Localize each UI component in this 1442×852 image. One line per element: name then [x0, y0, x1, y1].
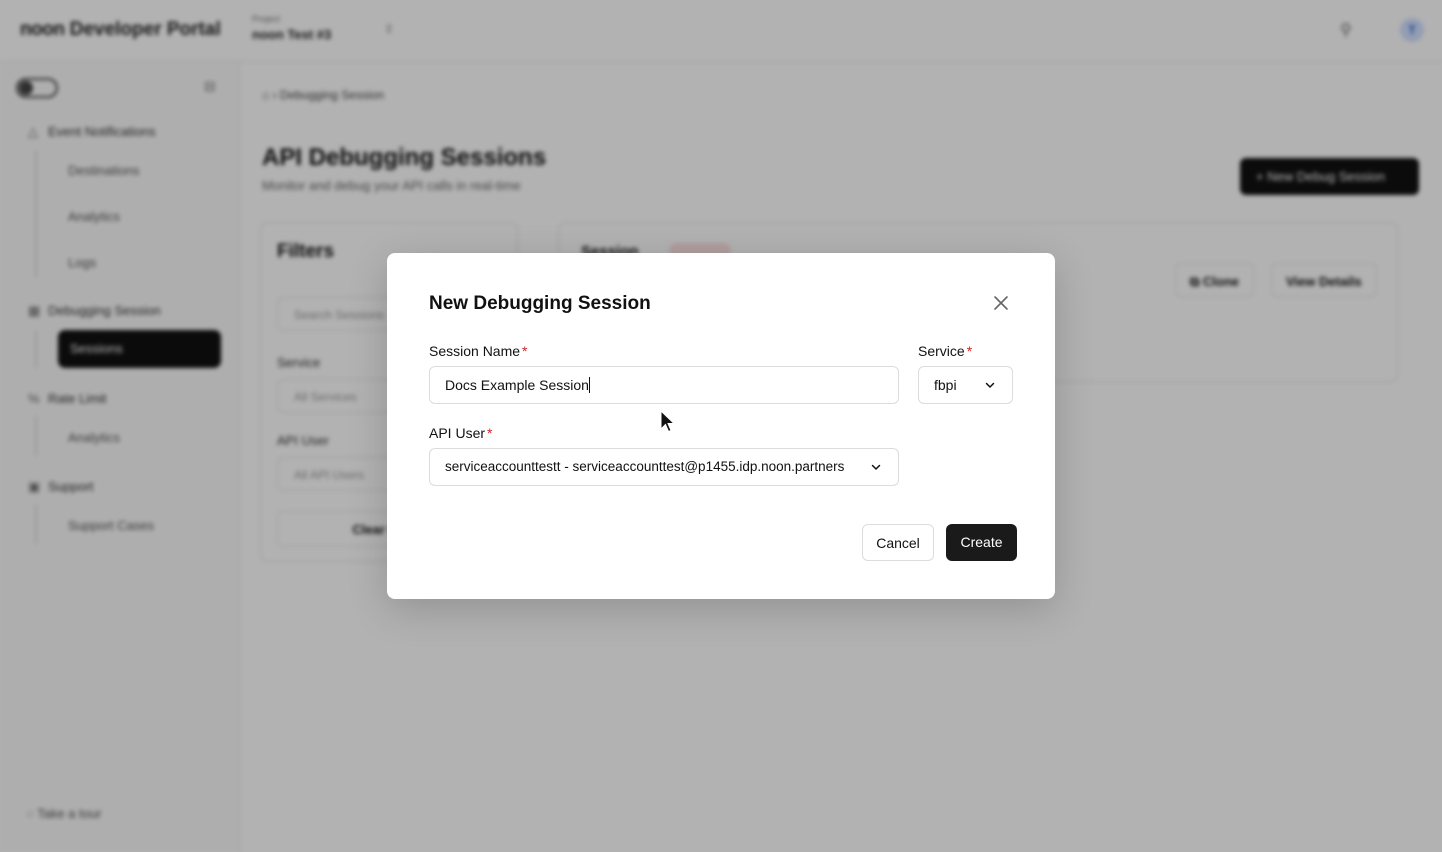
- api-user-value: serviceaccounttestt - serviceaccounttest…: [445, 459, 845, 474]
- api-user-select[interactable]: serviceaccounttestt - serviceaccounttest…: [429, 448, 899, 486]
- mouse-pointer-icon: [660, 410, 676, 433]
- chevron-down-icon: [985, 382, 995, 388]
- chevron-down-icon: [871, 464, 881, 470]
- dialog-title: New Debugging Session: [429, 293, 651, 314]
- close-icon[interactable]: [991, 293, 1011, 313]
- session-name-label: Session Name *: [429, 343, 528, 359]
- required-asterisk: *: [487, 425, 493, 441]
- api-user-label: API User *: [429, 425, 493, 441]
- required-asterisk: *: [966, 343, 973, 359]
- service-value: fbpi: [934, 377, 957, 393]
- service-label: Service *: [918, 343, 973, 359]
- text-caret: [588, 377, 590, 393]
- service-select[interactable]: fbpi: [918, 366, 1013, 404]
- session-name-input[interactable]: Docs Example Session: [429, 366, 899, 404]
- new-debugging-session-dialog: New Debugging Session Session Name * Docs…: [387, 253, 1055, 599]
- create-button[interactable]: Create: [946, 524, 1017, 561]
- cancel-button[interactable]: Cancel: [862, 524, 934, 561]
- session-name-value: Docs Example Session: [445, 377, 589, 393]
- required-asterisk: *: [522, 343, 528, 359]
